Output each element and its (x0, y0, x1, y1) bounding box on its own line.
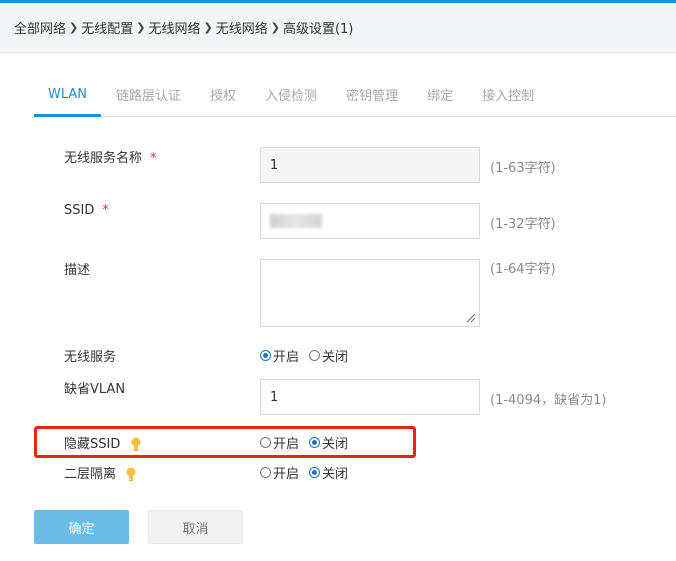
default-vlan-input[interactable]: 1 (260, 379, 480, 415)
tab-authorization[interactable]: 授权 (196, 72, 250, 116)
radio-selected-icon (309, 437, 321, 448)
layer2-isolation-radio-group: 开启 关闭 (260, 463, 358, 482)
hide-ssid-radio-group: 开启 关闭 (260, 433, 358, 452)
service-name-label-text: 无线服务名称 (64, 151, 143, 166)
hide-ssid-label-text: 隐藏SSID (64, 437, 121, 452)
ssid-value-redacted (270, 214, 322, 228)
layer2-isolation-label: 二层隔离 (64, 463, 136, 482)
radio-unselected-icon (260, 437, 271, 448)
radio-label: 关闭 (322, 350, 349, 365)
radio-label: 开启 (273, 437, 300, 452)
wireless-service-off-radio[interactable]: 关闭 (309, 346, 348, 365)
layer2-isolation-on-radio[interactable]: 开启 (260, 463, 299, 482)
breadcrumb-item[interactable]: 全部网络 (14, 18, 66, 37)
tab-access-control[interactable]: 接入控制 (468, 72, 548, 116)
radio-unselected-icon (260, 467, 271, 478)
service-name-value: 1 (270, 157, 279, 173)
lightbulb-icon[interactable] (126, 467, 136, 482)
resize-grip-icon[interactable] (466, 313, 476, 323)
description-textarea[interactable] (260, 259, 480, 327)
service-name-input[interactable]: 1 (260, 147, 480, 183)
ssid-label-text: SSID (64, 203, 95, 218)
radio-selected-icon (260, 350, 271, 361)
required-mark: * (150, 151, 157, 166)
layer2-isolation-label-text: 二层隔离 (64, 467, 117, 482)
wireless-service-label: 无线服务 (64, 350, 117, 365)
radio-label: 开启 (273, 467, 300, 482)
wireless-service-on-radio[interactable]: 开启 (260, 346, 299, 365)
default-vlan-hint: (1-4094，缺省为1) (490, 393, 607, 408)
hide-ssid-on-radio[interactable]: 开启 (260, 433, 299, 452)
chevron-right-icon: ❯ (270, 21, 280, 34)
tab-binding[interactable]: 绑定 (413, 72, 467, 116)
service-name-hint: (1-63字符) (490, 161, 556, 176)
breadcrumb-item[interactable]: 无线网络 (148, 18, 200, 37)
breadcrumb-current: 高级设置(1) (282, 22, 354, 37)
radio-unselected-icon (309, 350, 321, 361)
ssid-input[interactable] (260, 203, 480, 239)
breadcrumb-item[interactable]: 无线网络 (216, 18, 268, 37)
radio-label: 关闭 (322, 437, 349, 452)
default-vlan-value: 1 (270, 389, 279, 405)
layer2-isolation-off-radio[interactable]: 关闭 (309, 463, 348, 482)
service-name-label: 无线服务名称 * (64, 147, 157, 166)
radio-selected-icon (309, 467, 321, 478)
lightbulb-icon[interactable] (131, 437, 141, 452)
tab-key-management[interactable]: 密钥管理 (332, 72, 412, 116)
wireless-service-radio-group: 开启 关闭 (260, 346, 358, 365)
ssid-hint: (1-32字符) (490, 217, 556, 232)
required-mark: * (102, 203, 109, 218)
description-hint: (1-64字符) (490, 262, 556, 277)
tab-link-auth[interactable]: 链路层认证 (102, 72, 195, 116)
hide-ssid-label: 隐藏SSID (64, 433, 141, 452)
breadcrumb-item[interactable]: 无线配置 (81, 18, 133, 37)
cancel-button[interactable]: 取消 (148, 510, 243, 544)
radio-label: 开启 (273, 350, 300, 365)
chevron-right-icon: ❯ (136, 21, 146, 34)
tab-bar: WLAN 链路层认证 授权 入侵检测 密钥管理 绑定 接入控制 (34, 72, 676, 117)
tab-intrusion-detection[interactable]: 入侵检测 (251, 72, 331, 116)
confirm-button[interactable]: 确定 (34, 510, 129, 544)
chevron-right-icon: ❯ (203, 21, 213, 34)
radio-label: 关闭 (322, 467, 349, 482)
breadcrumb: 全部网络 ❯ 无线配置 ❯ 无线网络 ❯ 无线网络 ❯ 高级设置(1) (0, 3, 676, 53)
default-vlan-label: 缺省VLAN (64, 382, 126, 397)
chevron-right-icon: ❯ (69, 21, 79, 34)
tab-wlan[interactable]: WLAN (34, 72, 102, 117)
ssid-label: SSID * (64, 203, 109, 218)
description-label: 描述 (64, 263, 91, 278)
hide-ssid-off-radio[interactable]: 关闭 (309, 433, 348, 452)
